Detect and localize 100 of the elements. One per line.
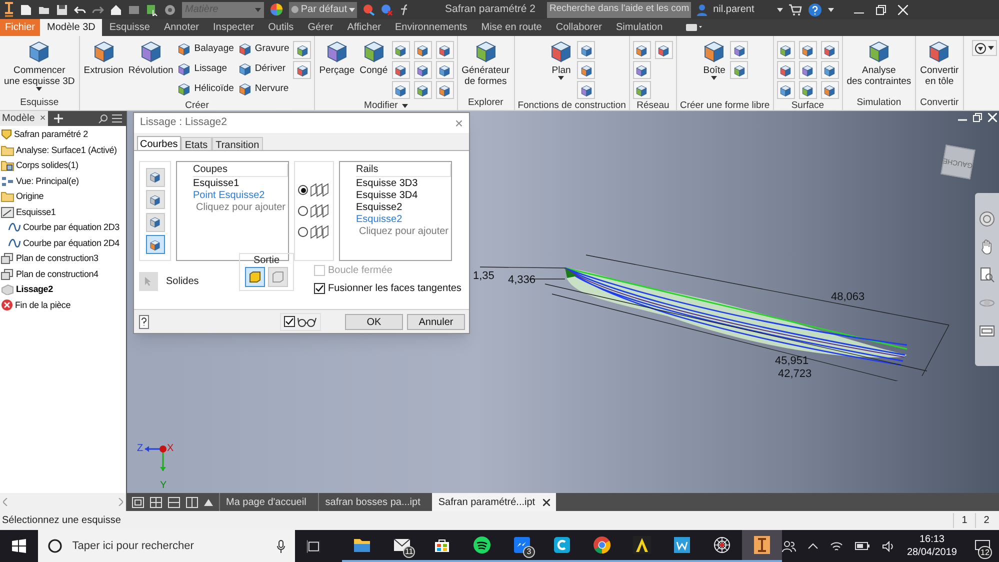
color-picker-icon[interactable]	[363, 4, 375, 16]
ribbon-tab[interactable]: Collaborer	[548, 19, 609, 36]
ribbon-tool[interactable]	[632, 41, 651, 59]
ribbon-tool[interactable]: Analyse des contraintes	[846, 39, 912, 96]
select-icon[interactable]	[146, 4, 158, 16]
clear-color-icon[interactable]	[381, 4, 393, 16]
tree-item[interactable]: Plan de construction3	[16, 252, 98, 266]
list-item[interactable]: Esquisse2	[356, 202, 451, 214]
ribbon-tool[interactable]: Hélicoïde	[177, 81, 234, 97]
ribbon-tool[interactable]: Gravure	[238, 41, 290, 57]
ribbon-tab[interactable]: Mise en route	[474, 19, 549, 36]
ribbon-tool[interactable]	[392, 41, 410, 59]
ribbon-tool[interactable]	[820, 61, 839, 79]
dialog-tab[interactable]: Etats	[180, 137, 212, 150]
ribbon-tool[interactable]: Nervure	[238, 81, 290, 97]
ribbon-tool[interactable]	[392, 81, 410, 99]
radio-button[interactable]	[298, 185, 308, 195]
dialog-button[interactable]: Annuler	[407, 314, 465, 330]
ribbon-tool[interactable]	[730, 41, 748, 59]
ribbon-tool[interactable]	[798, 81, 817, 99]
tree-item[interactable]: Lissage2	[16, 283, 53, 296]
search-icon[interactable]	[98, 114, 108, 124]
undo-icon[interactable]	[74, 4, 86, 16]
ribbon-tool[interactable]: Commencer une esquisse 3D	[3, 39, 76, 96]
ribbon-tool[interactable]	[577, 81, 596, 99]
volume-icon[interactable]	[882, 540, 895, 552]
ribbon-tool[interactable]	[776, 61, 795, 79]
task-view-icon[interactable]	[306, 540, 320, 552]
tree-item[interactable]: Fin de la pièce	[15, 298, 71, 312]
group-label[interactable]: Modifier	[318, 99, 454, 113]
wifi-icon[interactable]	[830, 540, 843, 552]
ribbon-tool[interactable]: Générateur de formes	[460, 39, 511, 96]
redo-icon[interactable]	[92, 4, 104, 16]
ribbon-tool[interactable]: Congé	[358, 39, 389, 99]
user-name[interactable]: nil.parent	[713, 2, 772, 17]
close-icon[interactable]	[543, 498, 550, 506]
sketch-tool-button[interactable]	[146, 190, 164, 210]
ribbon-tool[interactable]	[820, 41, 839, 59]
ribbon-tool[interactable]	[776, 81, 795, 99]
ribbon-tool[interactable]: Dériver	[238, 61, 290, 77]
ribbon-tool[interactable]	[293, 41, 312, 59]
checkbox[interactable]	[284, 316, 295, 327]
chevron-up-icon[interactable]	[808, 543, 818, 549]
list-item[interactable]: Esquisse2	[356, 214, 451, 226]
window-layout-icon[interactable]	[150, 496, 162, 508]
tree-item[interactable]: Analyse: Surface1 (Activé)	[16, 144, 117, 157]
output-option[interactable]	[268, 266, 288, 286]
viewport[interactable]	[127, 111, 999, 493]
save-icon[interactable]	[56, 4, 68, 16]
ribbon-tool[interactable]: Balayage	[177, 41, 234, 57]
ribbon-tab[interactable]: Modèle 3D	[40, 19, 102, 36]
tree-item[interactable]: Courbe par équation 2D3	[23, 221, 120, 234]
close-button[interactable]: ×	[40, 111, 46, 126]
taskbar-app[interactable]: 11	[382, 530, 422, 562]
dropdown-button[interactable]	[972, 40, 997, 56]
output-option[interactable]	[245, 266, 265, 286]
tree-item[interactable]: Plan de construction4	[16, 268, 98, 281]
people-icon[interactable]	[782, 540, 796, 552]
browser-tab-label[interactable]: Modèle	[2, 111, 35, 126]
list-item[interactable]: Point Esquisse2	[193, 190, 288, 202]
checkbox[interactable]	[314, 283, 325, 294]
list-item[interactable]: Esquisse 3D4	[356, 190, 451, 202]
ribbon-tool[interactable]	[577, 41, 596, 59]
help-button[interactable]	[139, 314, 149, 328]
menu-icon[interactable]	[112, 114, 122, 123]
add-icon[interactable]	[54, 114, 63, 123]
user-icon[interactable]	[697, 4, 708, 16]
ribbon-tool[interactable]: Perçage	[318, 39, 356, 99]
ribbon-tab[interactable]: Inspecter	[206, 19, 262, 36]
list-placeholder[interactable]: Cliquez pour ajouter	[356, 226, 451, 238]
ribbon-tool[interactable]	[293, 61, 312, 79]
ribbon-tool[interactable]: Révolution	[127, 39, 174, 99]
ribbon-tool[interactable]	[414, 41, 432, 59]
ribbon-tab[interactable]: Simulation	[608, 19, 670, 36]
list-item[interactable]: Esquisse 3D3	[356, 178, 451, 190]
taskbar-search-field[interactable]: Taper ici pour rechercher	[38, 530, 295, 562]
ribbon-tool[interactable]: Extrusion	[82, 39, 124, 99]
appearance-dropdown[interactable]: Par défaut	[289, 2, 357, 18]
ribbon-tool[interactable]	[436, 41, 454, 59]
clock-date[interactable]: 28/04/2019	[906, 546, 957, 559]
radio-button[interactable]	[298, 206, 308, 216]
ribbon-tool[interactable]: Plan	[548, 39, 574, 99]
battery-icon[interactable]	[854, 542, 870, 550]
ribbon-tool[interactable]	[577, 61, 596, 79]
inventor-icon[interactable]	[4, 2, 14, 18]
ribbon-tool[interactable]	[730, 61, 748, 79]
window-layout-icon[interactable]	[132, 496, 144, 508]
sketch-tool-button[interactable]	[146, 212, 164, 232]
ribbon-tab[interactable]: Afficher	[340, 19, 388, 36]
ribbon-tab[interactable]: Environnements	[388, 19, 474, 36]
zoom-icon[interactable]	[979, 267, 995, 283]
sketch-tool-button[interactable]	[146, 235, 164, 254]
sketch-tool-button[interactable]	[146, 168, 164, 187]
home-icon[interactable]	[110, 4, 122, 16]
ribbon-tool[interactable]	[632, 81, 651, 99]
ribbon-tool[interactable]	[436, 81, 454, 99]
restore-icon[interactable]	[973, 113, 982, 122]
tree-item[interactable]: Esquisse1	[16, 206, 56, 219]
ribbon-tab[interactable]: Annoter	[156, 19, 206, 36]
ribbon-tab[interactable]: Esquisse	[102, 19, 157, 36]
